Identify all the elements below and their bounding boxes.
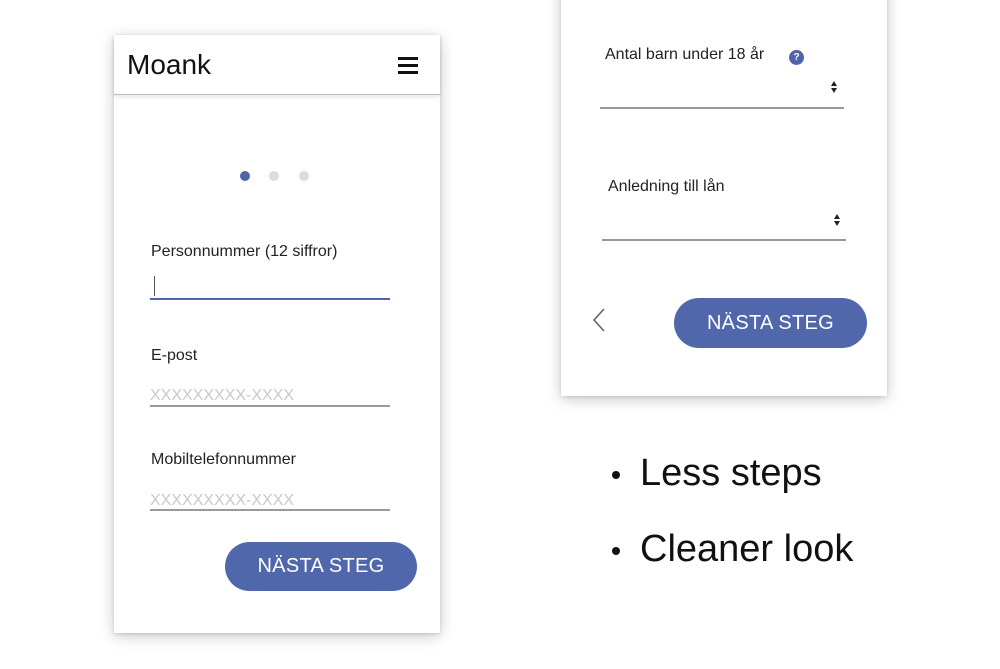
email-label: E-post xyxy=(151,347,198,364)
email-underline xyxy=(150,405,390,407)
step-dot-2 xyxy=(269,171,279,181)
help-icon[interactable]: ? xyxy=(789,50,804,65)
app-title: Moank xyxy=(127,49,212,80)
mobile-underline xyxy=(150,509,390,511)
mobile-label: Mobiltelefonnummer xyxy=(151,451,296,468)
signup-screen-step-1: Moank Personnummer (12 siffror) E-post M… xyxy=(114,35,440,633)
step-dot-3 xyxy=(299,171,309,181)
loan-reason-select-arrows[interactable] xyxy=(834,214,842,228)
signup-screen-step-3: Antal barn under 18 år ? Anledning till … xyxy=(561,0,887,396)
children-count-underline xyxy=(600,107,844,109)
personnummer-label: Personnummer (12 siffror) xyxy=(151,243,338,260)
children-count-label: Antal barn under 18 år xyxy=(605,46,765,63)
bullet-dot xyxy=(612,471,620,479)
children-count-select-arrows[interactable] xyxy=(831,81,839,95)
loan-reason-underline xyxy=(602,239,846,241)
app-bar: Moank xyxy=(114,35,440,95)
bullet-text: Less steps xyxy=(640,452,822,494)
step-indicator xyxy=(114,171,440,181)
bullet-text: Cleaner look xyxy=(640,528,854,570)
personnummer-underline xyxy=(150,298,390,300)
next-step-button[interactable]: NÄSTA STEG xyxy=(674,298,867,348)
chevron-left-icon[interactable] xyxy=(589,306,611,334)
bullet-dot xyxy=(612,547,620,555)
next-step-button[interactable]: NÄSTA STEG xyxy=(225,542,417,591)
step-dot-1 xyxy=(240,171,250,181)
personnummer-input[interactable] xyxy=(150,275,390,299)
hamburger-menu-icon[interactable] xyxy=(398,57,418,75)
loan-reason-label: Anledning till lån xyxy=(608,178,725,195)
